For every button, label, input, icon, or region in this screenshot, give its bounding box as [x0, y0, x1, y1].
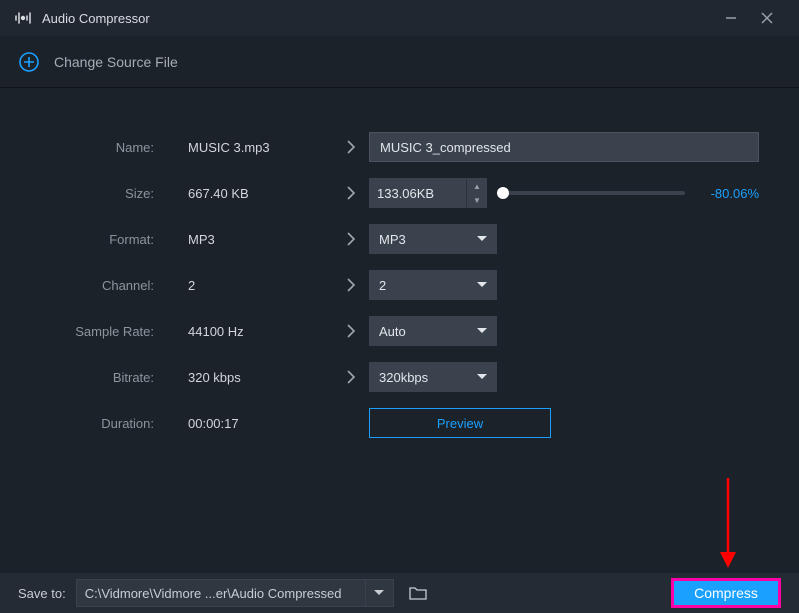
samplerate-select[interactable]: Auto — [369, 316, 497, 346]
annotation-arrow-icon — [718, 478, 738, 570]
name-current: MUSIC 3.mp3 — [168, 140, 333, 155]
save-to-label: Save to: — [18, 586, 66, 601]
caret-down-icon — [477, 374, 487, 380]
caret-down-icon — [477, 236, 487, 242]
chevron-right-icon — [333, 185, 369, 201]
size-current: 667.40 KB — [168, 186, 333, 201]
app-logo-icon — [14, 11, 32, 25]
titlebar: Audio Compressor — [0, 0, 799, 36]
window-title: Audio Compressor — [42, 11, 150, 26]
change-source-row: Change Source File — [0, 36, 799, 88]
name-input[interactable] — [369, 132, 759, 162]
compress-button[interactable]: Compress — [671, 578, 781, 608]
bitrate-select[interactable]: 320kbps — [369, 362, 497, 392]
save-path-dropdown[interactable] — [366, 579, 394, 607]
chevron-right-icon — [333, 139, 369, 155]
change-source-label[interactable]: Change Source File — [54, 54, 178, 70]
row-format: Format: MP3 MP3 — [0, 216, 799, 262]
size-percent: -80.06% — [695, 186, 759, 201]
format-label: Format: — [0, 232, 168, 247]
caret-down-icon — [477, 328, 487, 334]
bitrate-current: 320 kbps — [168, 370, 333, 385]
size-down-icon[interactable]: ▼ — [467, 193, 487, 207]
size-label: Size: — [0, 186, 168, 201]
chevron-right-icon — [333, 231, 369, 247]
channel-label: Channel: — [0, 278, 168, 293]
add-source-icon[interactable] — [18, 51, 40, 73]
channel-select-value: 2 — [379, 278, 386, 293]
row-duration: Duration: 00:00:17 Preview — [0, 400, 799, 446]
open-folder-button[interactable] — [404, 579, 432, 607]
row-size: Size: 667.40 KB 133.06KB ▲ ▼ -80.06% — [0, 170, 799, 216]
close-button[interactable] — [749, 0, 785, 36]
size-spinner[interactable]: 133.06KB ▲ ▼ — [369, 178, 487, 208]
bottombar: Save to: Compress — [0, 573, 799, 613]
format-select[interactable]: MP3 — [369, 224, 497, 254]
size-up-icon[interactable]: ▲ — [467, 179, 487, 193]
duration-label: Duration: — [0, 416, 168, 431]
channel-current: 2 — [168, 278, 333, 293]
row-name: Name: MUSIC 3.mp3 — [0, 124, 799, 170]
format-select-value: MP3 — [379, 232, 406, 247]
size-slider[interactable] — [497, 178, 685, 208]
channel-select[interactable]: 2 — [369, 270, 497, 300]
save-path-input[interactable] — [76, 579, 366, 607]
format-current: MP3 — [168, 232, 333, 247]
chevron-right-icon — [333, 277, 369, 293]
chevron-right-icon — [333, 323, 369, 339]
caret-down-icon — [477, 282, 487, 288]
size-spinner-value: 133.06KB — [369, 186, 466, 201]
samplerate-select-value: Auto — [379, 324, 406, 339]
samplerate-current: 44100 Hz — [168, 324, 333, 339]
name-label: Name: — [0, 140, 168, 155]
row-channel: Channel: 2 2 — [0, 262, 799, 308]
samplerate-label: Sample Rate: — [0, 324, 168, 339]
chevron-right-icon — [333, 369, 369, 385]
size-slider-thumb[interactable] — [497, 187, 509, 199]
compressor-form: Name: MUSIC 3.mp3 Size: 667.40 KB 133.06… — [0, 88, 799, 446]
minimize-button[interactable] — [713, 0, 749, 36]
bitrate-select-value: 320kbps — [379, 370, 428, 385]
compress-button-label: Compress — [694, 585, 758, 601]
duration-current: 00:00:17 — [168, 416, 333, 431]
row-samplerate: Sample Rate: 44100 Hz Auto — [0, 308, 799, 354]
preview-button[interactable]: Preview — [369, 408, 551, 438]
bitrate-label: Bitrate: — [0, 370, 168, 385]
row-bitrate: Bitrate: 320 kbps 320kbps — [0, 354, 799, 400]
